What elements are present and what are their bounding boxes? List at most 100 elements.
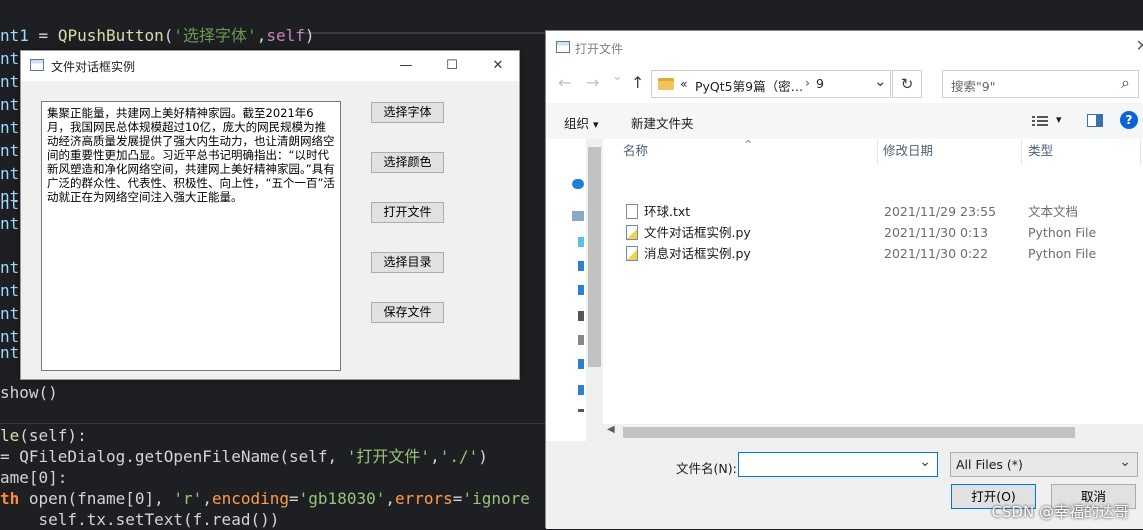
breadcrumb-overflow-icon[interactable]: « [680, 76, 688, 91]
choose-color-button[interactable]: 选择颜色 [371, 152, 444, 173]
filename-input[interactable]: ⌄ [738, 452, 938, 477]
address-bar[interactable]: « PyQt5第9篇（密… › 9 ⌄ [651, 70, 891, 98]
preview-pane-button[interactable] [1087, 114, 1103, 130]
code-class: QPushButton [57, 26, 164, 45]
navigation-pane[interactable] [546, 139, 603, 441]
dialog-close-icon[interactable]: ✕ [1136, 36, 1143, 55]
code-line-show: show() [0, 383, 58, 402]
this-pc-icon[interactable] [572, 211, 584, 221]
filename-dropdown-chevron-icon[interactable]: ⌄ [919, 454, 931, 470]
file-type-filter-select[interactable]: All Files (*) ⌄ [950, 452, 1138, 477]
window-title: 文件对话框实例 [51, 60, 136, 74]
documents-icon[interactable] [578, 311, 584, 321]
details-view-icon [1032, 116, 1048, 126]
search-input[interactable]: 搜索"9" ⌕ [942, 70, 1139, 98]
code-call: QFileDialog.getOpenFileName [19, 447, 280, 466]
window-titlebar[interactable]: 文件对话框实例 — ☐ ✕ [21, 51, 519, 81]
recent-locations-chevron-icon[interactable]: ⌄ [612, 69, 623, 84]
organize-menu-button[interactable]: 组织 ▾ [564, 113, 599, 132]
back-arrow-icon[interactable]: ← [558, 73, 571, 92]
folder-icon [658, 78, 674, 90]
file-list[interactable]: 名称 ⌃ 修改日期 类型 环球.txt 2021/11/29 23:55 文本文… [603, 137, 1143, 441]
text-file-icon [626, 204, 638, 219]
choose-font-button[interactable]: 选择字体 [371, 102, 444, 123]
code-line-button: nt1 = QPushButton('选择字体',self) [0, 25, 315, 46]
code-param: encoding [211, 489, 290, 508]
column-divider[interactable] [877, 139, 878, 165]
choose-directory-button[interactable]: 选择目录 [371, 252, 444, 273]
python-file-icon [626, 225, 638, 240]
code-op: = [452, 489, 463, 508]
music-icon[interactable] [578, 359, 584, 369]
desktop-icon[interactable] [578, 385, 584, 395]
code-self: self [266, 26, 305, 45]
breadcrumb-item[interactable]: PyQt5第9篇（密… [695, 76, 803, 95]
open-file-button[interactable]: 打开文件 [371, 202, 444, 223]
command-bar: 组织 ▾ 新建文件夹 ▾ ? [546, 103, 1143, 139]
downloads-icon[interactable] [578, 285, 584, 295]
code-keyword: th [0, 489, 20, 508]
scroll-left-icon[interactable]: ◀ [607, 424, 615, 435]
onedrive-icon[interactable] [572, 179, 584, 189]
column-header-name[interactable]: 名称 [623, 139, 648, 163]
save-file-button[interactable]: 保存文件 [371, 302, 444, 323]
file-type: 文本文档 [1028, 204, 1079, 219]
file-type: Python File [1028, 246, 1097, 261]
code-line-def: le(self): [0, 425, 87, 446]
up-arrow-icon[interactable]: ↑ [631, 73, 644, 92]
forward-arrow-icon[interactable]: → [586, 73, 599, 92]
watermark: CSDN @幸福的达哥 [991, 503, 1129, 521]
minimize-button[interactable]: — [383, 51, 429, 81]
code-punct: ( [163, 26, 174, 45]
help-icon[interactable]: ? [1120, 111, 1138, 129]
maximize-button[interactable]: ☐ [429, 51, 475, 81]
view-dropdown-arrow-icon[interactable]: ▾ [1056, 113, 1062, 126]
column-header-type[interactable]: 类型 [1028, 139, 1053, 163]
navigation-bar: ← → ⌄ ↑ « PyQt5第9篇（密… › 9 ⌄ ↻ 搜索"9" ⌕ [546, 63, 1143, 103]
file-list-horizontal-scrollbar[interactable]: ◀ [603, 424, 1143, 441]
close-button[interactable]: ✕ [475, 51, 521, 81]
file-name: 文件对话框实例.py [644, 225, 751, 240]
code-op: = [28, 26, 58, 45]
dialog-titlebar[interactable]: 打开文件 ✕ [546, 31, 1143, 63]
preview-pane-icon [1087, 114, 1103, 127]
view-options-button[interactable] [1032, 115, 1048, 130]
search-placeholder: 搜索"9" [951, 79, 996, 94]
local-disk-icon[interactable] [578, 409, 584, 412]
refresh-icon[interactable]: ↻ [892, 70, 922, 98]
file-row[interactable]: 文件对话框实例.py 2021/11/30 0:13 Python File [603, 222, 1143, 243]
file-row[interactable]: 环球.txt 2021/11/29 23:55 文本文档 [603, 201, 1143, 222]
column-divider[interactable] [1021, 139, 1022, 165]
search-icon[interactable]: ⌕ [1121, 73, 1130, 93]
breadcrumb-item-current[interactable]: 9 [816, 76, 824, 91]
videos-icon[interactable] [578, 261, 584, 271]
code-punct: , [430, 447, 440, 466]
new-folder-button[interactable]: 新建文件夹 [631, 113, 694, 132]
file-type: Python File [1028, 225, 1097, 240]
file-row[interactable]: 消息对话框实例.py 2021/11/30 0:22 Python File [603, 243, 1143, 264]
filename-label: 文件名(N): [676, 461, 737, 476]
address-dropdown-chevron-icon[interactable]: ⌄ [874, 72, 887, 90]
column-header-date[interactable]: 修改日期 [883, 139, 933, 163]
text-edit[interactable]: 集聚正能量，共建网上美好精神家园。截至2021年6月，我国网民总体规模超过10亿… [41, 101, 341, 371]
code-var: nt1 [0, 26, 29, 45]
code-string: 'r' [173, 489, 203, 508]
column-divider[interactable] [1140, 139, 1141, 165]
code-line-settext: self.tx.setText(f.read()) [0, 510, 280, 529]
code-string: 'gb18030' [298, 489, 386, 508]
code-param: errors [395, 489, 453, 508]
file-name: 环球.txt [644, 204, 691, 219]
breadcrumb-separator-icon[interactable]: › [805, 75, 810, 90]
filter-dropdown-chevron-icon[interactable]: ⌄ [1119, 454, 1131, 470]
code-punct: , [202, 489, 212, 508]
navigation-pane-scrollbar[interactable] [586, 139, 603, 441]
pictures-icon[interactable] [578, 335, 584, 345]
code-punct: ) [478, 447, 488, 466]
dialog-title: 打开文件 [575, 42, 624, 56]
code-string: '选择字体' [173, 26, 257, 45]
python-file-icon [626, 246, 638, 261]
dropdown-arrow-icon: ▾ [593, 118, 599, 131]
3d-objects-icon[interactable] [578, 237, 584, 247]
scrollbar-thumb[interactable] [588, 147, 601, 367]
scrollbar-thumb[interactable] [623, 427, 1075, 438]
